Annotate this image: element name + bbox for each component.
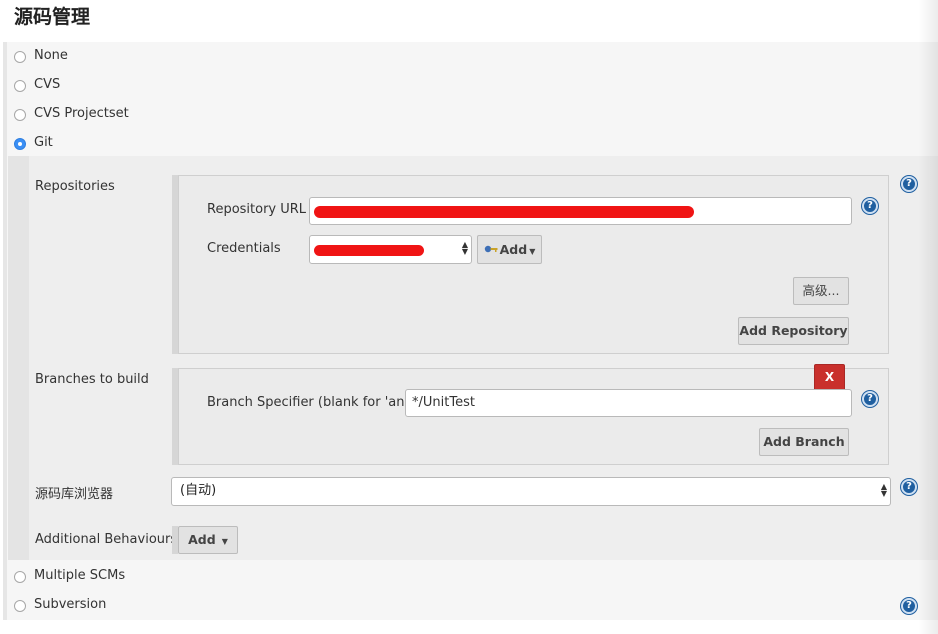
dropdown-caret-icon: ▼ bbox=[221, 537, 228, 546]
add-repository-button[interactable]: Add Repository bbox=[738, 317, 849, 345]
key-icon bbox=[484, 235, 498, 253]
radio-git[interactable] bbox=[14, 138, 26, 150]
radio-cvs-projectset[interactable] bbox=[14, 109, 26, 121]
radio-multiple-scms-label[interactable]: Multiple SCMs bbox=[34, 568, 125, 583]
add-behaviour-label: Add bbox=[188, 532, 216, 547]
repositories-label: Repositories bbox=[35, 179, 115, 194]
repositories-help-icon[interactable]: ? bbox=[901, 176, 917, 192]
radio-subversion[interactable] bbox=[14, 600, 26, 612]
select-arrows-icon: ▲ ▼ bbox=[880, 482, 887, 498]
section-title: 源码管理 bbox=[14, 6, 91, 28]
radio-none-label[interactable]: None bbox=[34, 48, 68, 63]
repository-url-help-icon[interactable]: ? bbox=[862, 198, 878, 214]
repository-url-label: Repository URL bbox=[207, 202, 307, 217]
radio-cvs-label[interactable]: CVS bbox=[34, 77, 60, 92]
credentials-add-button[interactable]: Add ▼ bbox=[477, 235, 542, 264]
radio-multiple-scms[interactable] bbox=[14, 571, 26, 583]
branch-specifier-input[interactable]: */UnitTest bbox=[405, 389, 852, 417]
branches-to-build-label: Branches to build bbox=[35, 372, 149, 387]
redacted-credentials bbox=[314, 245, 424, 256]
repository-browser-label: 源码库浏览器 bbox=[35, 487, 114, 502]
radio-none[interactable] bbox=[14, 51, 26, 63]
repository-browser-value: (自动) bbox=[180, 483, 217, 498]
add-behaviour-button[interactable]: Add ▼ bbox=[178, 526, 238, 554]
radio-git-label[interactable]: Git bbox=[34, 135, 53, 150]
advanced-button[interactable]: 高级... bbox=[793, 277, 849, 305]
credentials-add-label: Add bbox=[499, 242, 528, 257]
repository-browser-help-icon[interactable]: ? bbox=[901, 479, 917, 495]
delete-branch-button[interactable]: X bbox=[814, 364, 845, 391]
scm-panel-bar bbox=[3, 42, 7, 620]
add-branch-button[interactable]: Add Branch bbox=[759, 428, 849, 456]
redacted-url bbox=[314, 206, 694, 218]
dropdown-caret-icon: ▼ bbox=[529, 247, 536, 256]
window-edge-shadow bbox=[918, 0, 938, 634]
credentials-select[interactable]: ▲ ▼ bbox=[309, 235, 472, 264]
select-arrows-icon: ▲ ▼ bbox=[461, 240, 468, 256]
git-config-bar bbox=[8, 156, 29, 560]
additional-behaviours-label: Additional Behaviours bbox=[35, 532, 178, 547]
credentials-label: Credentials bbox=[207, 241, 281, 256]
radio-subversion-label[interactable]: Subversion bbox=[34, 597, 106, 612]
branch-specifier-label: Branch Specifier (blank for 'any') bbox=[207, 395, 421, 410]
repository-browser-select[interactable]: (自动) ▲ ▼ bbox=[171, 477, 891, 506]
branch-specifier-help-icon[interactable]: ? bbox=[862, 391, 878, 407]
radio-cvs-projectset-label[interactable]: CVS Projectset bbox=[34, 106, 129, 121]
repository-url-input[interactable] bbox=[309, 197, 852, 225]
scm-help-icon[interactable]: ? bbox=[901, 598, 917, 614]
radio-cvs[interactable] bbox=[14, 80, 26, 92]
